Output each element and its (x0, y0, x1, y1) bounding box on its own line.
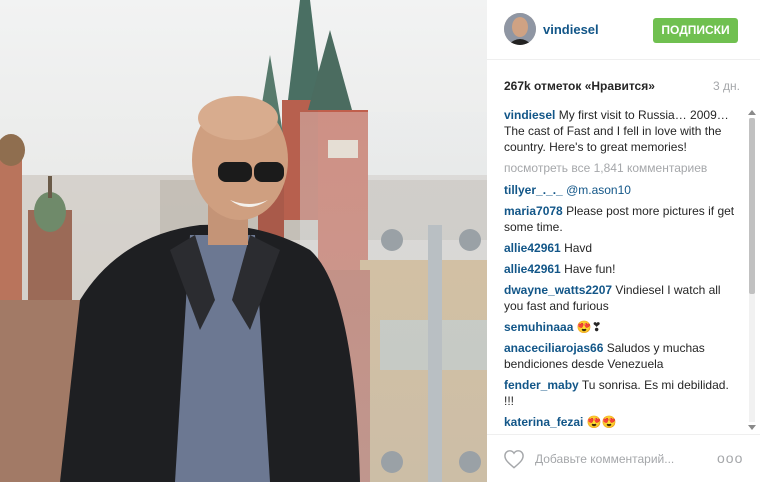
comment-username[interactable]: allie42961 (504, 241, 561, 255)
more-options-icon[interactable]: ooo (717, 449, 742, 467)
avatar[interactable] (504, 13, 536, 45)
post-caption: vindiesel My first visit to Russia… 2009… (504, 107, 740, 155)
likes-count[interactable]: 267k отметок «Нравится» (504, 79, 655, 93)
comment-text: 😍😍 (586, 415, 617, 429)
post-date[interactable]: 3 дн. (713, 79, 740, 93)
scroll-down-arrow-icon[interactable] (748, 425, 756, 430)
post-footer: ooo (487, 434, 760, 482)
scroll-thumb[interactable] (749, 118, 755, 294)
comment-text: 😍❣ (576, 320, 602, 334)
comment-username[interactable]: maria7078 (504, 204, 563, 218)
comments-scrollbar[interactable] (747, 110, 757, 430)
heart-icon[interactable] (503, 449, 525, 469)
comment-username[interactable]: fender_maby (504, 378, 579, 392)
caption-username[interactable]: vindiesel (504, 108, 555, 122)
comment-item: katerina_fezai 😍😍 (504, 414, 740, 429)
post-meta: 267k отметок «Нравится» 3 дн. (504, 79, 740, 93)
scroll-up-arrow-icon[interactable] (748, 110, 756, 115)
comment-item: tillyer_._._ @m.ason10 (504, 182, 740, 198)
comment-username[interactable]: allie42961 (504, 262, 561, 276)
comment-item: semuhinaaa 😍❣ (504, 319, 740, 335)
post-photo-art (0, 0, 487, 482)
comment-item: fender_maby Tu sonrisa. Es mi debilidad.… (504, 377, 740, 409)
comment-username[interactable]: dwayne_watts2207 (504, 283, 612, 297)
comment-username[interactable]: katerina_fezai (504, 415, 583, 429)
follow-button[interactable]: ПОДПИСКИ (653, 18, 738, 43)
comment-text[interactable]: @m.ason10 (566, 183, 631, 197)
comment-text: Have fun! (564, 262, 616, 276)
view-all-comments-link[interactable]: посмотреть все 1,841 комментариев (504, 160, 740, 176)
post-photo[interactable] (0, 0, 487, 482)
post-side-panel: vindiesel ПОДПИСКИ 267k отметок «Нравитс… (487, 0, 760, 482)
comment-username[interactable]: anaceciliarojas66 (504, 341, 603, 355)
avatar-image (504, 13, 536, 45)
comment-input[interactable] (535, 450, 695, 468)
comment-username[interactable]: semuhinaaa (504, 320, 573, 334)
comment-text: Havd (564, 241, 593, 255)
caption-text-line2: Here's to great memories! (549, 140, 687, 154)
comment-item: maria7078 Please post more pictures if g… (504, 203, 740, 235)
comment-item: anaceciliarojas66 Saludos y muchas bendi… (504, 340, 740, 372)
comments-list: vindiesel My first visit to Russia… 2009… (504, 107, 740, 429)
comment-item: allie42961 Havd (504, 240, 740, 256)
post-header: vindiesel ПОДПИСКИ (487, 0, 760, 60)
scroll-track[interactable] (749, 118, 755, 422)
post-username[interactable]: vindiesel (543, 22, 599, 37)
comment-username[interactable]: tillyer_._._ (504, 183, 563, 197)
comment-item: allie42961 Have fun! (504, 261, 740, 277)
comment-item: dwayne_watts2207 Vindiesel I watch all y… (504, 282, 740, 314)
